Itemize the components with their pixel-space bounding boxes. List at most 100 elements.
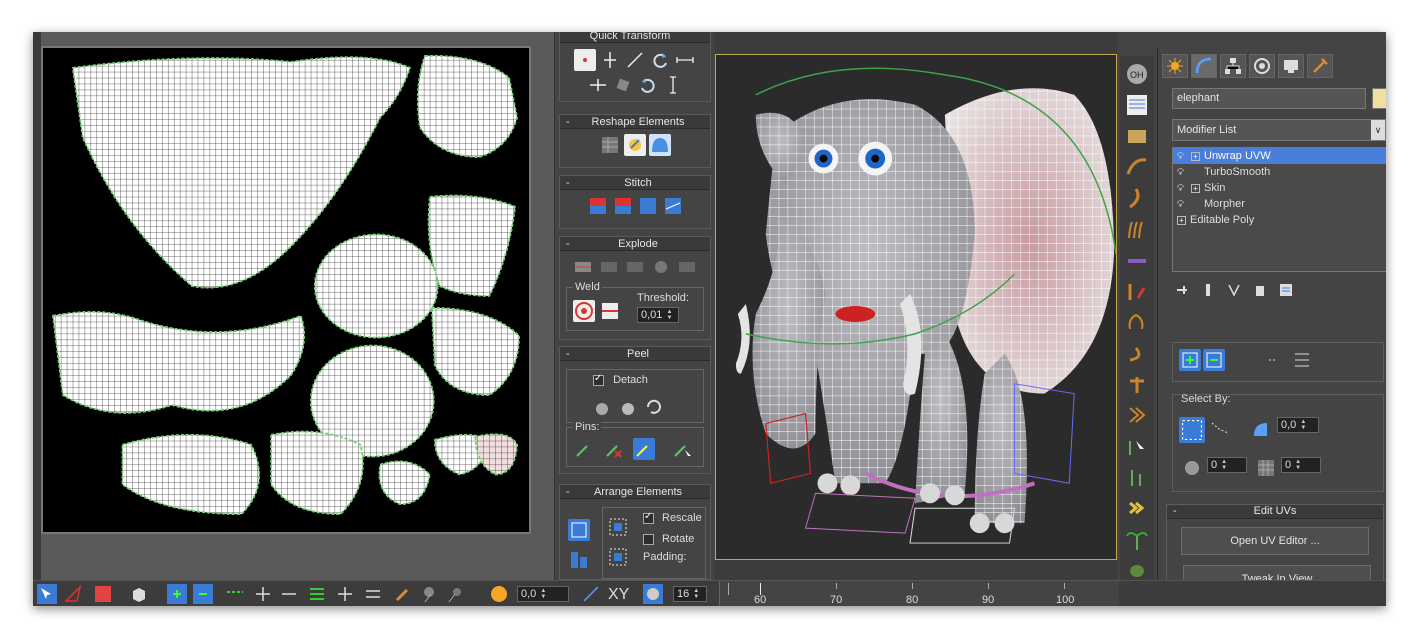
create-tab-icon[interactable] [1162,54,1188,78]
lightbulb-icon[interactable]: 💡︎ [1177,199,1187,210]
pivot-icon[interactable] [574,49,596,71]
flatten-by-material-icon[interactable] [650,256,672,278]
paint-brush-icon[interactable] [393,584,413,604]
lightbulb-icon[interactable]: 💡︎ [1177,167,1187,178]
select-hair-icon[interactable] [1124,433,1150,459]
ring-icon[interactable] [225,584,245,604]
target-weld-icon[interactable] [573,300,595,322]
stitch-header[interactable]: - Stitch [560,176,710,190]
soft-select-icon[interactable] [419,584,439,604]
pin-selected-icon[interactable] [573,438,595,460]
expand-icon[interactable]: + [1191,151,1200,161]
select-angle-spinner[interactable]: 0,0 ▲ ▼ [1277,417,1319,433]
select-sphere-icon[interactable] [1181,457,1203,479]
modify-tab-icon[interactable] [1191,54,1217,78]
rotate-cw-icon[interactable] [649,49,671,71]
break-icon[interactable] [572,256,594,278]
texture-checker-icon[interactable] [643,584,663,604]
stack-item-unwrap-uvw[interactable]: 💡︎ + Unwrap UVW [1173,148,1386,164]
quick-peel-icon[interactable] [591,396,613,418]
line-tool-icon[interactable] [581,584,601,604]
loop-icon[interactable] [307,584,327,604]
expand-icon[interactable]: + [1177,215,1186,225]
pack-custom-icon[interactable] [607,516,629,538]
hair-style-icon[interactable] [1124,495,1150,521]
pack-together-icon[interactable] [568,549,590,571]
peel-mode-icon[interactable] [617,396,639,418]
timeline[interactable]: 60 70 80 90 100 [719,581,1119,606]
perspective-viewport[interactable] [715,54,1117,560]
hair-pull-icon[interactable] [1124,278,1150,304]
frame-spinner[interactable]: 16 ▲ ▼ [673,586,707,602]
stitch-to-average-icon[interactable] [612,195,634,217]
ambient-occlusion-icon[interactable]: OH [1124,61,1150,87]
hair-cut-icon[interactable] [1124,247,1150,273]
paint-select-icon[interactable] [63,584,83,604]
weld-selected-icon[interactable] [599,300,621,322]
space-horizontal-icon[interactable] [674,49,696,71]
uv-canvas[interactable] [41,46,531,534]
align-diagonal-icon[interactable] [624,49,646,71]
stack-item-editable-poly[interactable]: + Editable Poly [1173,212,1386,228]
hair-frizz-icon[interactable] [1124,309,1150,335]
vertex-select-icon[interactable] [1179,349,1201,371]
grow-loop-icon[interactable] [335,584,355,604]
select-by-angle-icon[interactable] [1251,417,1273,439]
align-vertical-icon[interactable] [599,49,621,71]
hair-growth-icon[interactable] [1124,464,1150,490]
object-name-field[interactable]: elephant [1172,88,1366,109]
pin-stack-icon[interactable] [1174,282,1190,298]
remove-modifier-icon[interactable] [1252,282,1268,298]
straighten-icon[interactable] [612,74,634,96]
detach-checkbox[interactable] [593,373,604,386]
select-by-element-icon[interactable] [1179,417,1205,443]
shrink-selection-icon[interactable] [193,584,213,604]
expand-icon[interactable]: + [1191,183,1200,193]
show-end-result-icon[interactable] [1200,282,1216,298]
render-setup-icon[interactable] [1124,123,1150,149]
motion-tab-icon[interactable] [1249,54,1275,78]
reshape-elements-header[interactable]: - Reshape Elements [560,115,710,129]
threshold-spinner[interactable]: 0,01 ▲ ▼ [637,307,679,323]
pack-normalize-icon[interactable] [568,519,590,541]
hair-comb-icon[interactable] [1124,185,1150,211]
box-object-icon[interactable] [129,584,149,604]
align-horizontal-icon[interactable] [587,74,609,96]
peel-header[interactable]: - Peel [560,347,710,361]
space-vertical-icon[interactable] [662,74,684,96]
pack-uniform-icon[interactable] [607,546,629,568]
circular-icon[interactable] [649,134,671,156]
make-unique-icon[interactable] [1226,282,1242,298]
hair-brush-icon[interactable] [1124,154,1150,180]
display-tab-icon[interactable] [1278,54,1304,78]
reset-peel-icon[interactable] [643,396,665,418]
flatten-by-polygon-icon[interactable] [598,256,620,278]
hair-curl-icon[interactable] [1124,340,1150,366]
select-pins-icon[interactable] [671,438,693,460]
shrink-loop-icon[interactable] [363,584,383,604]
auto-pin-icon[interactable] [633,438,655,460]
edge-select-icon[interactable] [1203,349,1225,371]
hair-stand-icon[interactable] [1124,371,1150,397]
select-a-spinner[interactable]: 0 ▲ ▼ [1207,457,1247,473]
stack-item-skin[interactable]: 💡︎ + Skin [1173,180,1386,196]
palm-tree-icon[interactable] [1124,526,1150,552]
rotate-checkbox[interactable] [643,533,654,545]
lightbulb-icon[interactable]: 💡︎ [1177,151,1187,162]
shrink-ring-icon[interactable] [279,584,299,604]
select-cursor-icon[interactable] [37,584,57,604]
rotate-ccw-icon[interactable] [637,74,659,96]
arrange-elements-header[interactable]: - Arrange Elements [560,485,710,499]
soft-select-falloff-icon[interactable] [445,584,465,604]
hierarchy-tab-icon[interactable] [1220,54,1246,78]
relax-icon[interactable] [624,134,646,156]
hair-flow-icon[interactable] [1124,402,1150,428]
modifier-list-dropdown[interactable]: Modifier List ∨ [1172,119,1386,141]
flatten-custom-icon[interactable] [676,256,698,278]
color-swatch-icon[interactable] [93,584,113,604]
stack-item-turbosmooth[interactable]: 💡︎ TurboSmooth [1173,164,1386,180]
lightbulb-icon[interactable]: 💡︎ [1177,183,1187,194]
falloff-spinner[interactable]: 0,0 ▲ ▼ [517,586,569,602]
object-color-swatch[interactable] [1372,88,1386,109]
stitch-to-target-icon[interactable] [587,195,609,217]
